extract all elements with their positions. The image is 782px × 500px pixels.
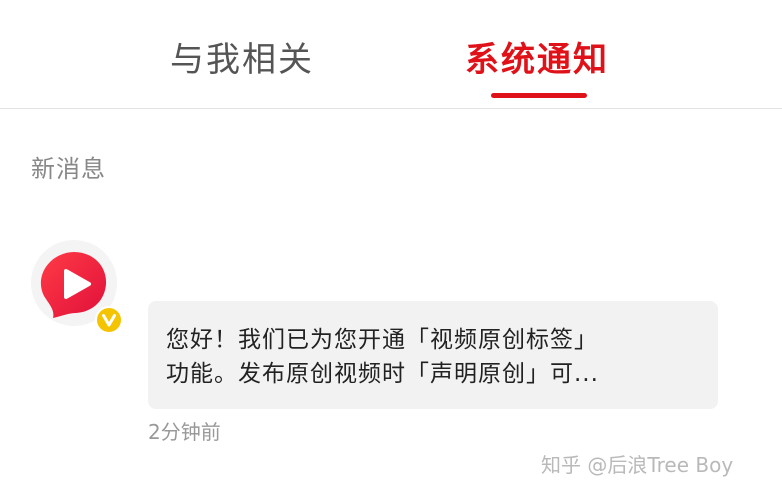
tab-related-to-me[interactable]: 与我相关 [170,36,314,84]
message-text-line-1: 您好！我们已为您开通「视频原创标签」 [166,327,598,353]
tab-system-notifications[interactable]: 系统通知 [465,36,609,84]
verified-v-badge-icon [95,306,123,334]
notification-tabs: 与我相关 系统通知 [0,0,782,109]
message-timestamp: 2分钟前 [148,420,221,444]
active-tab-underline [491,93,587,98]
message-bubble[interactable]: 您好！我们已为您开通「视频原创标签」 功能。发布原创视频时「声明原创」可... [148,301,718,409]
watermark: 知乎 @后浪Tree Boy [541,453,734,477]
new-messages-label: 新消息 [31,155,106,183]
message-text-line-2: 功能。发布原创视频时「声明原创」可... [166,361,599,387]
